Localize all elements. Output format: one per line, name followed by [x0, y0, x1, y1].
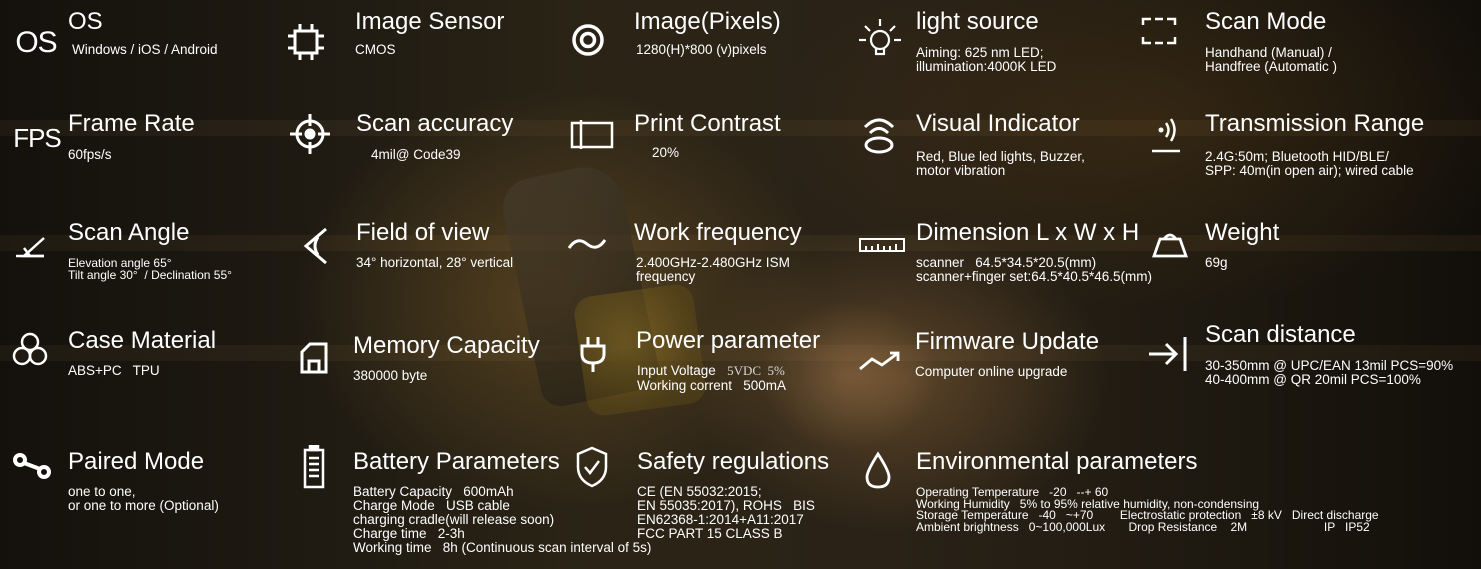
three-circles-icon: [10, 330, 50, 368]
visual-indicator-text: Red, Blue led lights, Buzzer, motor vibr…: [916, 149, 1085, 178]
link-icon: [10, 448, 54, 484]
memory-card-icon: [297, 340, 331, 376]
memory-capacity-title: Memory Capacity: [353, 332, 540, 359]
fps-text-icon: FPS: [13, 123, 62, 153]
crosshair-icon: [288, 112, 332, 156]
visual-indicator-title: Visual Indicator: [916, 110, 1080, 137]
dimension-text: scanner 64.5*34.5*20.5(mm) scanner+finge…: [916, 255, 1153, 284]
power-parameter-title: Power parameter: [636, 327, 821, 354]
chip-icon: [284, 20, 328, 64]
scan-distance-title: Scan distance: [1205, 321, 1356, 348]
wireless-transmit-icon: [1146, 112, 1186, 156]
contrast-rectangle-icon: [568, 116, 616, 152]
battery-parameters-text: Battery Capacity 600mAh Charge Mode USB …: [353, 484, 652, 555]
paired-mode-title: Paired Mode: [68, 448, 205, 475]
scan-frame-icon: [1137, 14, 1181, 48]
os-text-icon: OS: [15, 26, 57, 59]
battery-icon: [301, 444, 327, 490]
input-voltage-label: Input Voltage: [637, 363, 716, 378]
scan-mode-text: Handhand (Manual) / Handfree (Automatic …: [1205, 45, 1338, 74]
scan-distance-text: 30-350mm @ UPC/EAN 13mil PCS=90% 40-400m…: [1205, 358, 1454, 387]
safety-regulations-title: Safety regulations: [637, 448, 830, 475]
power-parameter-line2: Working corrent 500mA: [637, 378, 787, 393]
work-frequency-title: Work frequency: [634, 219, 802, 246]
plug-icon: [576, 334, 610, 374]
case-material-title: Case Material: [68, 327, 217, 354]
weight-text: 69g: [1205, 255, 1228, 270]
trend-up-icon: [858, 348, 902, 372]
scan-angle-text: Elevation angle 65° Tilt angle 30° / Dec…: [68, 256, 232, 282]
memory-capacity-text: 380000 byte: [353, 368, 428, 383]
os-text: Windows / iOS / Android: [72, 42, 218, 57]
scan-accuracy-title: Scan accuracy: [356, 110, 514, 137]
battery-parameters-title: Battery Parameters: [353, 448, 560, 475]
weight-icon: [1150, 230, 1190, 260]
image-pixels-title: Image(Pixels): [634, 8, 781, 35]
field-of-view-icon: [298, 224, 334, 268]
ruler-icon: [858, 236, 906, 254]
work-frequency-text: 2.400GHz-2.480GHz ISM frequency: [636, 255, 790, 284]
input-voltage-value: 5VDC 5%: [727, 363, 785, 378]
image-pixels-text: 1280(H)*800 (v)pixels: [636, 42, 767, 57]
firmware-update-title: Firmware Update: [915, 328, 1100, 355]
background-hand: [760, 300, 940, 450]
shield-check-icon: [573, 444, 611, 490]
light-source-title: light source: [916, 8, 1039, 35]
safety-regulations-text: CE (EN 55032:2015; EN 55035:2017), ROHS …: [637, 484, 815, 541]
transmission-range-title: Transmission Range: [1205, 110, 1425, 137]
print-contrast-text: 20%: [652, 145, 680, 160]
firmware-update-text: Computer online upgrade: [915, 364, 1068, 379]
angle-icon: [12, 232, 48, 262]
light-source-text: Aiming: 625 nm LED; illumination:4000K L…: [916, 45, 1057, 74]
field-of-view-title: Field of view: [356, 219, 490, 246]
environmental-parameters-text: Operating Temperature -20 --+ 60 Working…: [916, 485, 1379, 534]
field-of-view-text: 34° horizontal, 28° vertical: [356, 255, 514, 270]
image-sensor-title: Image Sensor: [355, 8, 505, 35]
scan-accuracy-text: 4mil@ Code39: [371, 147, 461, 162]
water-drop-icon: [864, 450, 892, 490]
frame-rate-title: Frame Rate: [68, 110, 195, 137]
frame-rate-text: 60fps/s: [68, 147, 112, 162]
os-title: OS: [68, 8, 103, 35]
power-parameter-line1: Input Voltage 5VDC 5%: [637, 364, 785, 378]
scan-mode-title: Scan Mode: [1205, 8, 1327, 35]
environmental-parameters-title: Environmental parameters: [916, 448, 1198, 475]
arrow-to-bar-icon: [1146, 334, 1190, 374]
wave-icon: [566, 232, 608, 256]
image-sensor-text: CMOS: [355, 42, 396, 57]
paired-mode-text: one to one, or one to more (Optional): [68, 484, 219, 513]
light-bulb-icon: [854, 14, 904, 64]
print-contrast-title: Print Contrast: [634, 110, 781, 137]
transmission-range-text: 2.4G:50m; Bluetooth HID/BLE/ SPP: 40m(in…: [1205, 149, 1414, 178]
dimension-title: Dimension L x W x H: [916, 219, 1140, 246]
case-material-text: ABS+PC TPU: [68, 363, 160, 378]
signal-indicator-icon: [858, 112, 900, 156]
target-circle-icon: [568, 20, 608, 60]
scan-angle-title: Scan Angle: [68, 219, 190, 246]
weight-title: Weight: [1205, 219, 1280, 246]
